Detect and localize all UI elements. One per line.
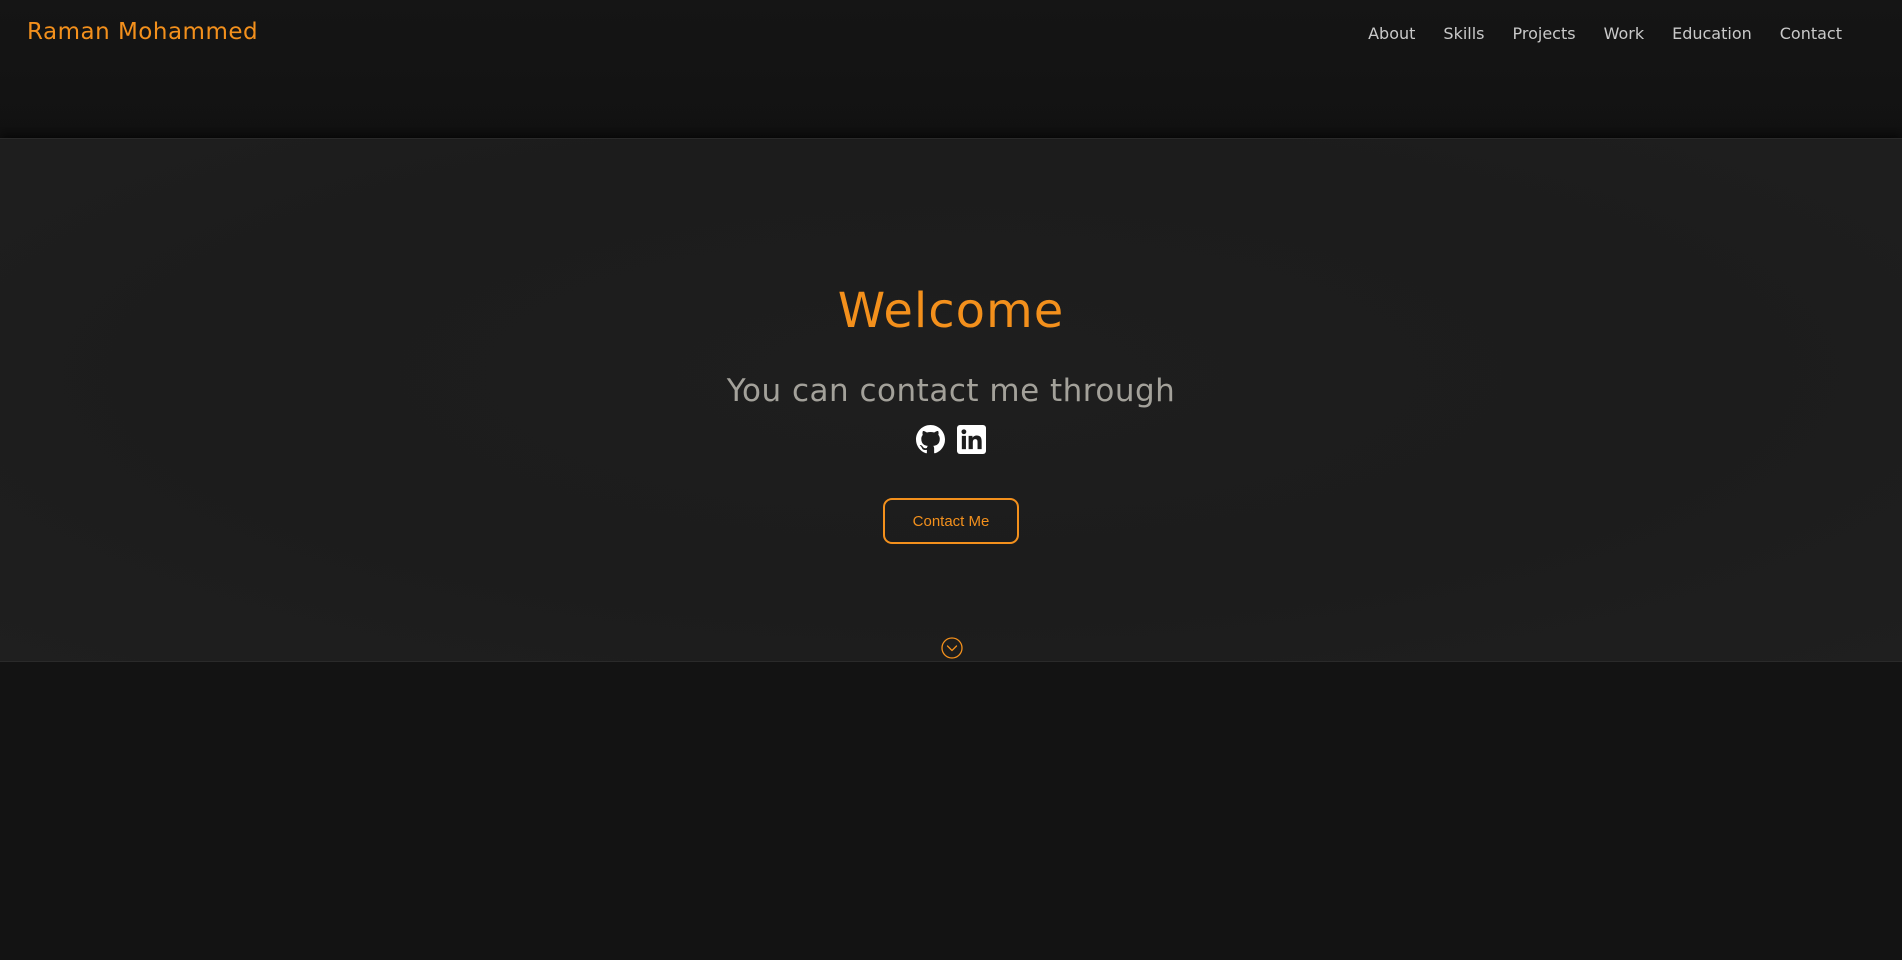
hero-section: Welcome You can contact me through Conta… — [0, 138, 1902, 662]
chevron-down-circle-svg — [941, 637, 963, 659]
site-header: Raman Mohammed About Skills Projects Wor… — [0, 0, 1902, 138]
main-nav: About Skills Projects Work Education Con… — [1340, 24, 1842, 43]
social-links — [0, 425, 1902, 454]
hero-title: Welcome — [837, 283, 1065, 339]
nav-link-projects[interactable]: Projects — [1513, 24, 1576, 43]
nav-link-skills[interactable]: Skills — [1443, 24, 1484, 43]
github-icon[interactable] — [916, 425, 945, 454]
linkedin-icon[interactable] — [957, 425, 986, 454]
hero-subtitle: You can contact me through — [726, 373, 1176, 409]
nav-link-education[interactable]: Education — [1672, 24, 1752, 43]
brand-logo-link[interactable]: Raman Mohammed — [27, 19, 258, 45]
lower-section — [0, 662, 1902, 960]
nav-link-work[interactable]: Work — [1604, 24, 1645, 43]
nav-link-about[interactable]: About — [1368, 24, 1415, 43]
linkedin-icon-svg — [957, 425, 986, 454]
chevron-down-circle-icon[interactable] — [941, 637, 963, 659]
contact-me-button[interactable]: Contact Me — [883, 498, 1019, 544]
page: Raman Mohammed About Skills Projects Wor… — [0, 0, 1902, 960]
github-icon-svg — [916, 425, 945, 454]
nav-link-contact[interactable]: Contact — [1780, 24, 1842, 43]
